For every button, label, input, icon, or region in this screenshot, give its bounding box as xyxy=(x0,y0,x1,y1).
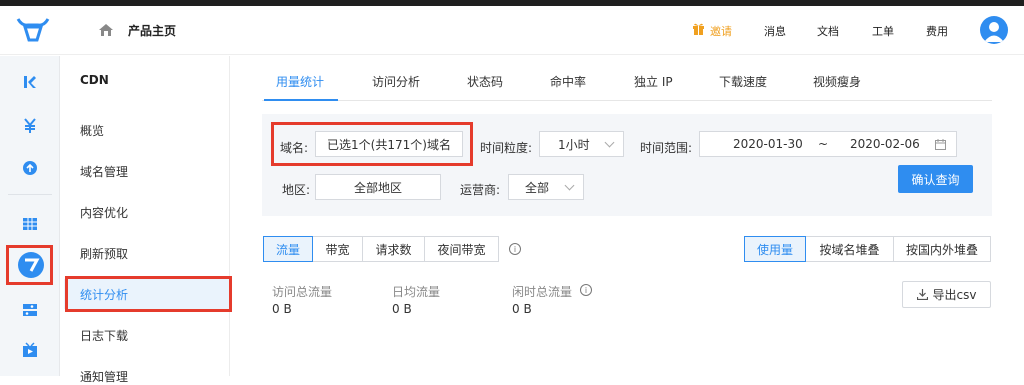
date-start[interactable]: 2020-01-30 xyxy=(733,137,803,151)
nav-invite[interactable]: 邀请 xyxy=(710,23,732,39)
page-title[interactable]: 产品主页 xyxy=(128,22,176,39)
home-icon[interactable] xyxy=(98,23,114,37)
export-csv-label: 导出csv xyxy=(932,288,977,302)
metric-toggle-group: 流量 带宽 请求数 夜间带宽 xyxy=(263,236,499,262)
region-select[interactable]: 全部地区 xyxy=(315,174,441,200)
settings-panel-icon[interactable] xyxy=(22,302,38,318)
date-range-picker[interactable]: 2020-01-30 ~ 2020-02-06 xyxy=(699,131,957,157)
top-header: 产品主页 邀请 消息 文档 工单 费用 xyxy=(0,6,1024,55)
date-separator: ~ xyxy=(818,137,829,151)
highlight-box-domain xyxy=(271,122,473,166)
region-label: 地区: xyxy=(282,183,311,197)
time-range-label: 时间范围: xyxy=(640,141,693,155)
product-icon-bar xyxy=(0,56,60,376)
nav-messages[interactable]: 消息 xyxy=(764,23,786,39)
active-tab-underline xyxy=(264,99,338,101)
video-icon[interactable] xyxy=(22,342,38,358)
sidebar-item-log-download[interactable]: 日志下载 xyxy=(80,327,128,344)
granularity-value: 1小时 xyxy=(558,137,590,152)
stats-tab-bar: 用量统计 访问分析 状态码 命中率 独立 IP 下载速度 视频瘦身 xyxy=(262,56,992,101)
download-icon xyxy=(916,289,928,300)
chevron-down-icon xyxy=(564,180,575,191)
granularity-select[interactable]: 1小时 xyxy=(539,131,624,157)
nav-tickets[interactable]: 工单 xyxy=(872,23,894,39)
chevron-down-icon xyxy=(604,137,615,148)
nav-billing[interactable]: 费用 xyxy=(926,23,948,39)
gift-icon xyxy=(693,23,704,35)
tab-access-analysis[interactable]: 访问分析 xyxy=(372,73,420,90)
info-icon[interactable]: i xyxy=(509,243,521,255)
tab-download-speed[interactable]: 下载速度 xyxy=(719,73,767,90)
tab-status-code[interactable]: 状态码 xyxy=(467,73,503,90)
product-k-icon[interactable] xyxy=(22,74,38,90)
stat-idle-traffic-label: 闲时总流量 xyxy=(512,285,573,299)
metric-requests[interactable]: 请求数 xyxy=(363,236,425,262)
highlight-box-statistics xyxy=(65,276,232,312)
view-toggle-group: 使用量 按域名堆叠 按国内外堆叠 xyxy=(744,236,991,262)
highlight-box-cdn xyxy=(6,245,53,285)
stat-idle-traffic-value: 0 B xyxy=(512,302,532,316)
grid-icon[interactable] xyxy=(22,216,38,232)
stat-daily-traffic-value: 0 B xyxy=(392,302,412,316)
upload-icon[interactable] xyxy=(22,160,38,176)
tab-unique-ip[interactable]: 独立 IP xyxy=(634,73,673,90)
sidebar-item-content-optimization[interactable]: 内容优化 xyxy=(80,204,128,221)
sidebar-item-notification[interactable]: 通知管理 xyxy=(80,368,128,385)
view-stack-by-region[interactable]: 按国内外堆叠 xyxy=(894,236,991,262)
logo-icon[interactable] xyxy=(16,16,50,44)
granularity-label: 时间粒度: xyxy=(480,141,533,155)
stat-total-traffic-value: 0 B xyxy=(272,302,292,316)
date-end[interactable]: 2020-02-06 xyxy=(850,137,920,151)
metric-night-bandwidth[interactable]: 夜间带宽 xyxy=(425,236,499,262)
stat-daily-traffic-label: 日均流量 xyxy=(392,285,441,299)
confirm-query-button[interactable]: 确认查询 xyxy=(898,165,973,193)
tab-usage[interactable]: 用量统计 xyxy=(276,73,324,90)
isp-label: 运营商: xyxy=(460,183,501,197)
sidebar-title: CDN xyxy=(80,73,109,87)
view-stack-by-domain[interactable]: 按域名堆叠 xyxy=(806,236,894,262)
metric-bandwidth[interactable]: 带宽 xyxy=(313,236,363,262)
isp-value: 全部 xyxy=(525,180,550,195)
icon-bar-divider xyxy=(8,194,52,195)
avatar[interactable] xyxy=(980,16,1008,44)
metric-traffic[interactable]: 流量 xyxy=(263,236,313,262)
sidebar-item-domain-management[interactable]: 域名管理 xyxy=(80,163,128,180)
sidebar-item-refresh-prefetch[interactable]: 刷新预取 xyxy=(80,245,128,262)
cdn-sidebar: CDN 概览 域名管理 内容优化 刷新预取 统计分析 日志下载 通知管理 xyxy=(60,56,232,384)
user-icon xyxy=(984,22,1004,42)
view-usage[interactable]: 使用量 xyxy=(744,236,806,262)
info-icon[interactable]: i xyxy=(580,284,592,296)
export-csv-button[interactable]: 导出csv xyxy=(902,281,991,308)
sidebar-item-overview[interactable]: 概览 xyxy=(80,122,104,139)
filter-panel: 域名: 已选1个(共171个)域名 时间粒度: 1小时 时间范围: 2020-0… xyxy=(262,114,992,216)
nav-docs[interactable]: 文档 xyxy=(817,23,839,39)
tab-video-slimming[interactable]: 视频瘦身 xyxy=(813,73,861,90)
tab-hit-rate[interactable]: 命中率 xyxy=(550,73,586,90)
isp-select[interactable]: 全部 xyxy=(508,174,584,200)
stat-total-traffic-label: 访问总流量 xyxy=(272,285,333,299)
calendar-icon[interactable] xyxy=(935,139,946,150)
yuan-icon[interactable] xyxy=(22,118,38,134)
